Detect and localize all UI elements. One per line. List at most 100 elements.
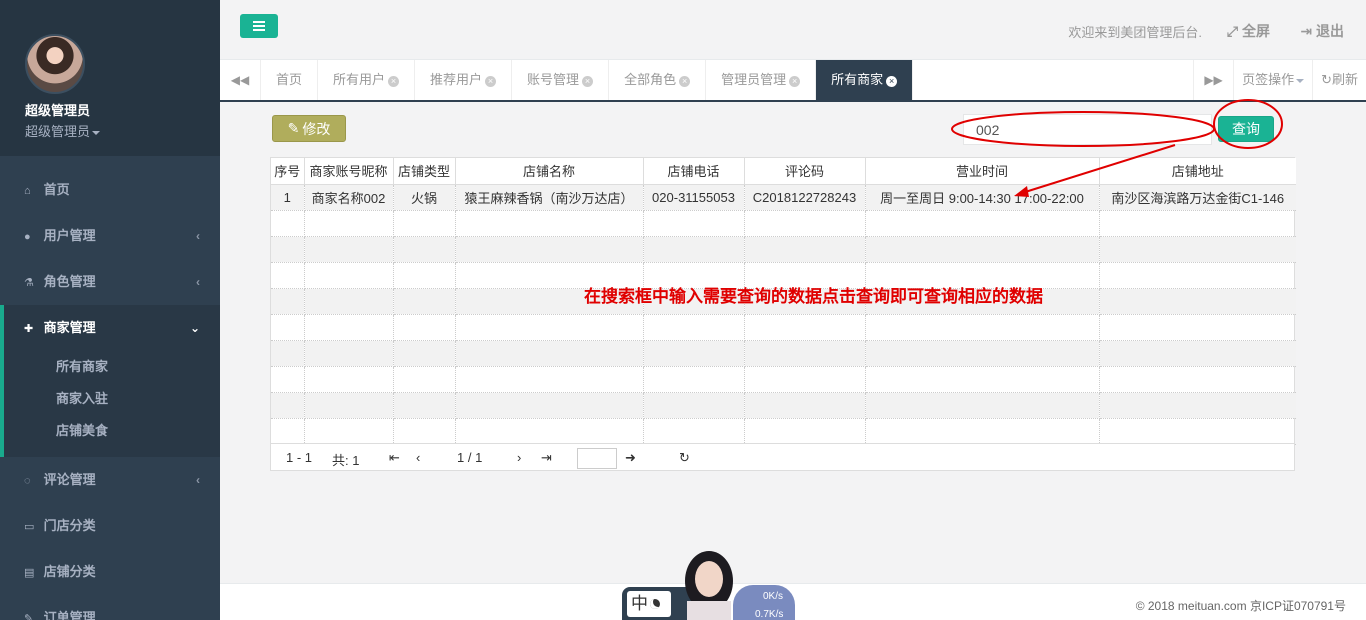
network-speed-widget: 0K/s 0.7K/s — [733, 585, 795, 620]
empty-row — [271, 392, 1296, 419]
page-indicator: 1 / 1 — [457, 450, 483, 465]
refresh-label: 刷新 — [1331, 72, 1358, 87]
table-row[interactable]: 1 商家名称002 火锅 猿王麻辣香锅（南沙万达店） 020-31155053 … — [271, 184, 1296, 211]
sidebar-item-comment-management[interactable]: ◌ 评论管理 ‹ — [0, 457, 220, 503]
logout-label: 退出 — [1316, 23, 1344, 39]
tab-recommended-users[interactable]: 推荐用户 × — [415, 60, 513, 100]
reload-icon[interactable]: ↻ — [679, 450, 690, 466]
tabs-scroll-left-button[interactable]: ◀◀ — [220, 60, 261, 100]
sidebar-item-label: 首页 — [43, 182, 70, 197]
go-arrow-icon[interactable]: ➜ — [625, 450, 636, 466]
sidebar-item-label: 订单管理 — [43, 610, 96, 620]
sidebar-subitem-all-merchants[interactable]: 所有商家 — [4, 351, 220, 383]
close-icon[interactable]: × — [485, 76, 497, 87]
search-input[interactable] — [963, 114, 1212, 145]
copyright: © 2018 meituan.com 京ICP证070791号 — [1135, 599, 1346, 613]
sidebar-item-role-management[interactable]: ⚗ 角色管理 ‹ — [0, 259, 220, 305]
empty-row — [271, 418, 1296, 445]
tabs-scroll-right-button[interactable]: ▶▶ — [1193, 60, 1233, 100]
page-range: 1 - 1 — [286, 450, 313, 465]
logout-button[interactable]: ⇥ 退出 — [1300, 21, 1344, 41]
merchant-subnav: 所有商家 商家入驻 店铺美食 — [4, 351, 220, 457]
refresh-tab-button[interactable]: ↻刷新 — [1312, 60, 1366, 100]
edit-icon: ✎ — [24, 613, 34, 620]
sidebar-item-user-management[interactable]: ● 用户管理 ‹ — [0, 213, 220, 259]
tab-label: 所有用户 — [333, 72, 386, 87]
menu-toggle-button[interactable] — [240, 14, 278, 38]
search-button[interactable]: 查询 — [1218, 116, 1274, 142]
profile-role-dropdown[interactable]: 超级管理员 — [25, 121, 220, 140]
sidebar-subitem-merchant-onboarding[interactable]: 商家入驻 — [4, 383, 220, 415]
flask-icon: ⚗ — [24, 277, 34, 289]
close-icon[interactable]: × — [789, 76, 801, 87]
tab-all-users[interactable]: 所有用户 × — [318, 60, 416, 100]
table-cell: C2018122728243 — [744, 184, 866, 211]
column-header[interactable]: 店铺地址 — [1099, 158, 1296, 185]
edit-button[interactable]: ✎ 修改 — [272, 115, 346, 142]
sidebar-item-home[interactable]: ⌂ 首页 — [0, 167, 220, 213]
annotation-text: 在搜索框中输入需要查询的数据点击查询即可查询相应的数据 — [584, 287, 1043, 306]
chevron-left-icon: ‹ — [196, 473, 200, 487]
close-icon[interactable]: × — [679, 76, 691, 87]
fullscreen-label: 全屏 — [1242, 23, 1270, 39]
tab-admin-management[interactable]: 管理员管理 × — [706, 60, 817, 100]
tab-all-roles[interactable]: 全部角色 × — [609, 60, 707, 100]
sidebar-nav: ⌂ 首页 ● 用户管理 ‹ ⚗ 角色管理 ‹ ✚ 商家管理 ⌄ 所有商家 商家入驻 店… — [0, 156, 220, 620]
profile-role[interactable]: 超级管理员 — [25, 124, 90, 139]
top-navbar: 欢迎来到美团管理后台. ⤢ 全屏 ⇥ 退出 — [220, 0, 1366, 60]
hamburger-icon — [253, 25, 265, 27]
column-header[interactable]: 评论码 — [744, 158, 866, 185]
tab-label: 管理员管理 — [721, 72, 787, 87]
sidebar-item-label: 评论管理 — [43, 472, 96, 487]
desktop-icon: ▭ — [24, 521, 35, 533]
caret-down-icon — [92, 130, 101, 135]
column-header[interactable]: 店铺电话 — [643, 158, 745, 185]
sidebar-item-store-category[interactable]: ▭ 门店分类 — [0, 503, 220, 549]
table-cell: 1 — [271, 184, 305, 211]
home-icon: ⌂ — [24, 185, 31, 197]
table-cell: 南沙区海滨路万达金街C1-146 — [1099, 184, 1296, 211]
tab-all-merchants[interactable]: 所有商家 × — [816, 60, 914, 100]
sidebar-item-shop-category[interactable]: ▤ 店铺分类 — [0, 549, 220, 595]
merchant-table: 序号 商家账号昵称 店铺类型 店铺名称 店铺电话 评论码 营业时间 店铺地址 1… — [270, 157, 1296, 471]
sign-out-icon: ⇥ — [1300, 23, 1313, 39]
ime-indicator[interactable]: 中 — [627, 591, 671, 617]
sidebar-group-merchant: ✚ 商家管理 ⌄ 所有商家 商家入驻 店铺美食 — [0, 305, 220, 457]
user-icon: ● — [24, 231, 31, 243]
edit-icon: ✎ — [287, 120, 300, 136]
column-header[interactable]: 商家账号昵称 — [304, 158, 394, 185]
sidebar-item-order-management[interactable]: ✎ 订单管理 — [0, 595, 220, 620]
column-header[interactable]: 店铺名称 — [455, 158, 644, 185]
prev-page-icon[interactable]: ‹ — [416, 450, 420, 465]
table-cell: 商家名称002 — [304, 184, 394, 211]
tab-home[interactable]: 首页 — [261, 60, 319, 100]
close-icon[interactable]: × — [388, 76, 400, 87]
last-page-icon[interactable]: ⇥ — [541, 450, 552, 466]
fullscreen-button[interactable]: ⤢ 全屏 — [1227, 21, 1270, 41]
empty-row — [271, 340, 1296, 367]
total-count: 共: 1 — [332, 453, 360, 468]
expand-icon: ⤢ — [1226, 23, 1239, 39]
column-header[interactable]: 营业时间 — [865, 158, 1100, 185]
empty-row — [271, 314, 1296, 341]
tab-label: 全部角色 — [624, 72, 677, 87]
page-ops-dropdown[interactable]: 页签操作 — [1233, 60, 1312, 100]
sidebar-item-label: 店铺分类 — [43, 564, 96, 579]
avatar[interactable] — [25, 34, 85, 94]
chevron-down-icon: ⌄ — [189, 321, 200, 335]
tab-account-management[interactable]: 账号管理 × — [512, 60, 610, 100]
next-page-icon[interactable]: › — [517, 450, 521, 465]
sidebar-item-label: 商家管理 — [43, 320, 96, 335]
user-plus-icon: ✚ — [24, 323, 34, 335]
close-icon[interactable]: × — [582, 76, 594, 87]
first-page-icon[interactable]: ⇤ — [389, 450, 400, 466]
sidebar-subitem-store-food[interactable]: 店铺美食 — [4, 415, 220, 447]
sidebar-item-merchant-management[interactable]: ✚ 商家管理 ⌄ — [4, 305, 220, 351]
close-icon[interactable]: × — [886, 76, 898, 87]
pagination-bar: 1 - 1 共: 1 ⇤ ‹ 1 / 1 › ⇥ ➜ ↻ — [271, 443, 1294, 470]
column-header[interactable]: 店铺类型 — [393, 158, 456, 185]
profile-panel: 超级管理员 超级管理员 — [0, 0, 220, 156]
page-jump-input[interactable] — [577, 448, 617, 469]
moon-icon — [650, 599, 660, 609]
column-header[interactable]: 序号 — [271, 158, 305, 185]
